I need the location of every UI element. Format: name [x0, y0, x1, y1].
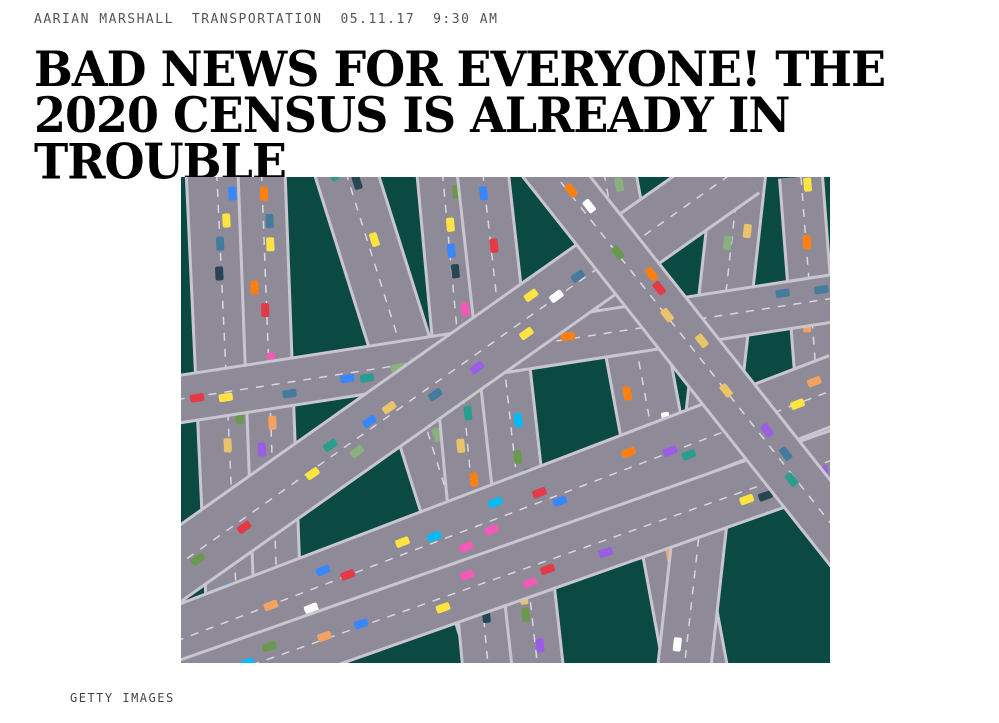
article-headline: BAD NEWS FOR EVERYONE! THE 2020 CENSUS I… [34, 40, 886, 190]
car [222, 213, 231, 228]
hero-image[interactable] [181, 177, 830, 663]
car [257, 442, 267, 457]
car [513, 413, 523, 428]
car [456, 438, 466, 453]
car [215, 236, 225, 251]
car [463, 405, 473, 421]
car [535, 638, 545, 653]
car [672, 637, 682, 652]
car [478, 186, 489, 201]
car [445, 217, 455, 232]
car [450, 264, 460, 279]
car [513, 449, 523, 465]
car [265, 214, 274, 229]
car [469, 472, 479, 487]
section-link[interactable]: TRANSPORTATION [192, 12, 323, 27]
car [722, 235, 733, 251]
car [802, 235, 812, 250]
car [266, 237, 275, 252]
highway-illustration [181, 177, 830, 663]
publish-time: 9:30 AM [433, 12, 499, 27]
car [446, 243, 456, 258]
car [228, 186, 237, 201]
car [261, 303, 270, 318]
publish-date: 05.11.17 [340, 12, 416, 27]
car [460, 302, 470, 317]
car [521, 607, 531, 622]
car [268, 415, 277, 430]
car [742, 223, 752, 239]
car [489, 238, 499, 253]
image-credit: GETTY IMAGES [70, 691, 175, 705]
car [803, 177, 812, 192]
article-byline: AARIAN MARSHALL TRANSPORTATION 05.11.17 … [34, 12, 498, 27]
author-link[interactable]: AARIAN MARSHALL [34, 12, 174, 27]
car [259, 186, 269, 201]
car [250, 280, 259, 295]
car [223, 438, 232, 453]
car [215, 266, 224, 281]
